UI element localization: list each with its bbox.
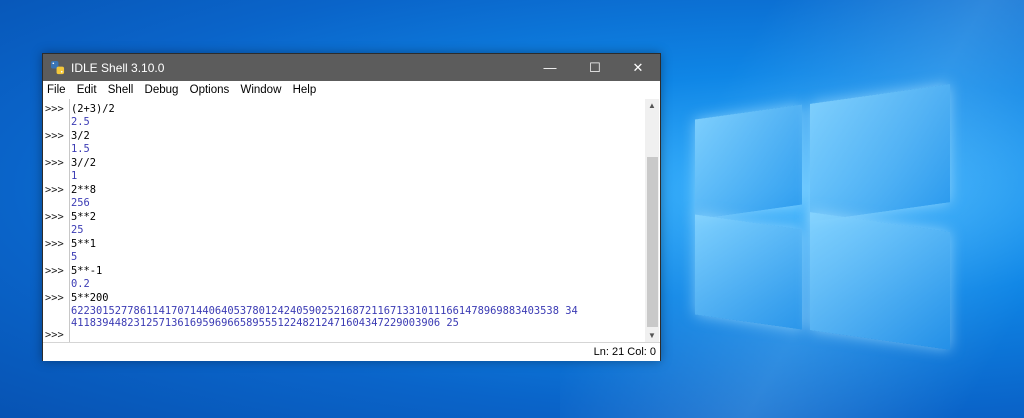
menu-options[interactable]: Options: [186, 81, 234, 96]
shell-input-line: 3/2: [71, 130, 90, 142]
menu-help[interactable]: Help: [289, 81, 321, 96]
logo-pane-bottom-left: [695, 214, 802, 330]
shell-output-line: 25: [71, 224, 84, 236]
idle-shell-window: IDLE Shell 3.10.0 — ☐ ✕ File Edit Shell …: [42, 53, 661, 361]
shell-input-line: (2+3)/2: [71, 103, 115, 115]
menu-bar: File Edit Shell Debug Options Window Hel…: [43, 81, 660, 99]
window-title: IDLE Shell 3.10.0: [71, 61, 165, 75]
shell-input-line: 5**2: [71, 211, 97, 223]
shell-input-line: 2**8: [71, 184, 97, 196]
python-icon: [50, 60, 65, 75]
menu-file[interactable]: File: [43, 81, 70, 96]
shell-output[interactable]: (2+3)/2 2.5 3/2 1.5 3//2 1 2**8 256 5**2…: [71, 99, 649, 342]
shell-output-line: 0.2: [71, 278, 90, 290]
menu-window[interactable]: Window: [236, 81, 285, 96]
prompt: >>>: [45, 130, 64, 142]
prompt: >>>: [45, 292, 64, 304]
logo-pane-top-left: [695, 104, 802, 220]
shell-output-line: 6223015277861141707144064053780124240590…: [71, 305, 578, 317]
prompt-gutter: >>> >>> >>> >>> >>> >>> >>> >>> >>>: [43, 99, 70, 342]
title-bar[interactable]: IDLE Shell 3.10.0 — ☐ ✕: [43, 54, 660, 81]
shell-output-line: 4118394482312571361695969665895551224821…: [71, 317, 459, 329]
menu-edit[interactable]: Edit: [73, 81, 101, 96]
minimize-button[interactable]: —: [528, 54, 572, 81]
chevron-up-icon[interactable]: ▲: [648, 101, 656, 110]
prompt: >>>: [45, 329, 64, 341]
menu-debug[interactable]: Debug: [141, 81, 183, 96]
maximize-button[interactable]: ☐: [573, 54, 617, 81]
shell-output-line: 5: [71, 251, 78, 263]
chevron-down-icon[interactable]: ▼: [648, 331, 656, 340]
shell-input-line: 5**-1: [71, 265, 103, 277]
prompt: >>>: [45, 238, 64, 250]
shell-input-line: 5**1: [71, 238, 97, 250]
shell-input-line: 3//2: [71, 157, 97, 169]
windows-logo: [690, 82, 955, 350]
close-button[interactable]: ✕: [616, 54, 660, 81]
prompt: >>>: [45, 265, 64, 277]
vertical-scrollbar[interactable]: ▲ ▼: [645, 99, 659, 342]
menu-shell[interactable]: Shell: [104, 81, 138, 96]
prompt: >>>: [45, 211, 64, 223]
logo-pane-top-right: [810, 84, 950, 222]
shell-output-line: 2.5: [71, 116, 90, 128]
status-bar: Ln: 21 Col: 0: [43, 342, 660, 361]
shell-output-line: 256: [71, 197, 90, 209]
prompt: >>>: [45, 157, 64, 169]
cursor-position: Ln: 21 Col: 0: [593, 346, 656, 358]
shell-input-line: 5**200: [71, 292, 109, 304]
prompt: >>>: [45, 184, 64, 196]
shell-output-line: 1.5: [71, 143, 90, 155]
prompt: >>>: [45, 103, 64, 115]
shell-output-line: 1: [71, 170, 78, 182]
scrollbar-thumb[interactable]: [647, 157, 658, 327]
logo-pane-bottom-right: [810, 212, 950, 350]
